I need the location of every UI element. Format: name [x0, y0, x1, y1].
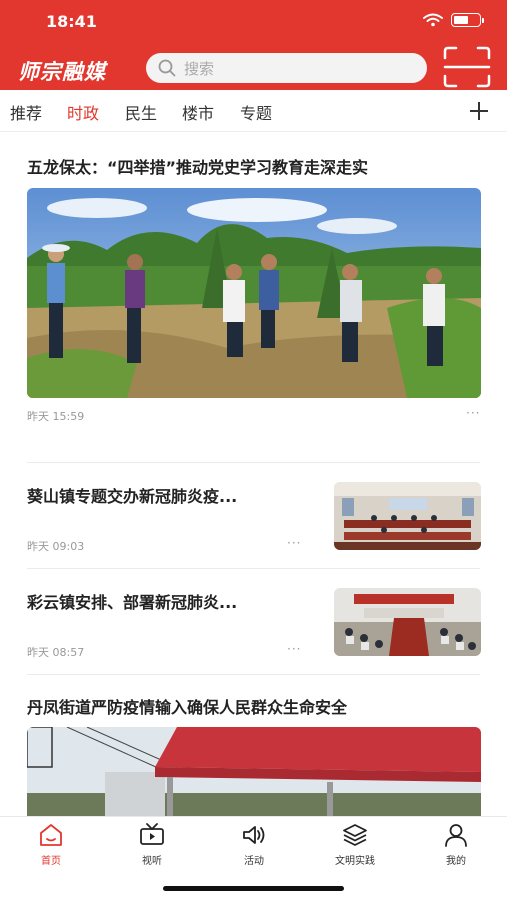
category-tabs: 推荐 时政 民生 楼市 专题	[0, 90, 507, 132]
more-options-icon[interactable]: ···	[287, 536, 301, 550]
layers-icon	[343, 824, 367, 846]
article-time: 昨天 08:57	[27, 646, 85, 659]
tv-icon	[140, 823, 164, 845]
article-title[interactable]: 葵山镇专题交办新冠肺炎疫...	[27, 483, 237, 507]
search-placeholder: 搜索	[184, 59, 215, 78]
nav-home[interactable]: 首页	[16, 822, 86, 867]
article-image[interactable]	[27, 188, 481, 398]
article-title[interactable]: 彩云镇安排、部署新冠肺炎...	[27, 589, 237, 613]
tab-property[interactable]: 楼市	[182, 100, 214, 124]
scan-icon[interactable]	[442, 46, 492, 88]
status-icons	[423, 13, 484, 27]
app-header: 18:41 师宗融媒 搜索	[0, 0, 507, 90]
tab-politics[interactable]: 时政	[67, 100, 99, 124]
battery-level	[454, 16, 469, 24]
more-options-icon[interactable]: ···	[287, 642, 301, 656]
nav-label: 活动	[244, 856, 264, 867]
tab-special[interactable]: 专题	[240, 100, 272, 124]
divider	[27, 674, 480, 675]
status-time: 18:41	[46, 12, 97, 31]
article-image[interactable]	[27, 727, 481, 816]
wifi-icon	[423, 13, 443, 27]
nav-label: 我的	[446, 856, 466, 867]
nav-civilization[interactable]: 文明实践	[320, 822, 390, 867]
nav-label: 视听	[142, 856, 162, 867]
nav-profile[interactable]: 我的	[421, 822, 491, 867]
divider	[27, 462, 480, 463]
more-options-icon[interactable]: ···	[466, 406, 480, 420]
add-tab-icon[interactable]	[468, 100, 490, 122]
user-icon	[445, 824, 467, 847]
nav-label: 首页	[41, 856, 61, 867]
home-icon	[40, 824, 62, 846]
tab-recommend[interactable]: 推荐	[10, 100, 42, 124]
app-logo: 师宗融媒	[18, 59, 106, 84]
article-thumbnail[interactable]	[334, 482, 481, 550]
battery-icon	[451, 13, 484, 27]
divider	[27, 568, 480, 569]
article-time: 昨天 09:03	[27, 540, 85, 553]
nav-activity[interactable]: 活动	[219, 822, 289, 867]
home-indicator[interactable]	[163, 886, 344, 891]
article-time: 昨天 15:59	[27, 410, 85, 423]
tab-livelihood[interactable]: 民生	[125, 100, 157, 124]
article-title[interactable]: 丹凤街道严防疫情输入确保人民群众生命安全	[27, 694, 347, 718]
nav-media[interactable]: 视听	[117, 822, 187, 867]
search-bar[interactable]: 搜索	[146, 53, 427, 83]
article-title[interactable]: 五龙保太：“四举措”推动党史学习教育走深走实	[27, 154, 368, 178]
nav-label: 文明实践	[335, 856, 375, 867]
article-thumbnail[interactable]	[334, 588, 481, 656]
speaker-icon	[243, 826, 265, 844]
search-icon	[158, 59, 176, 77]
